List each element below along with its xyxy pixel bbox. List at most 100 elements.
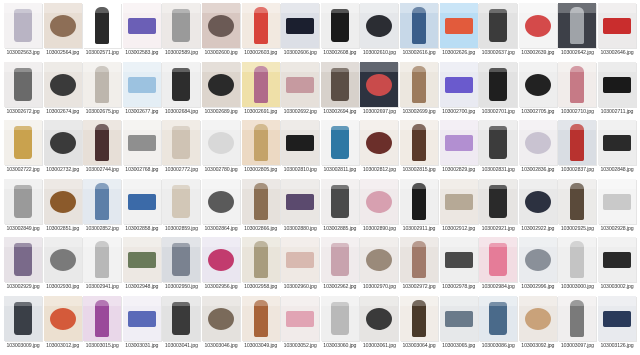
image-thumbnail[interactable] <box>558 237 597 282</box>
image-thumbnail[interactable] <box>360 295 399 341</box>
file-tile[interactable]: 103002970.jpg <box>360 237 399 294</box>
image-thumbnail[interactable] <box>241 295 280 341</box>
image-thumbnail[interactable] <box>598 120 636 165</box>
file-tile[interactable]: 103002637.jpg <box>479 3 518 60</box>
file-tile[interactable]: 103003041.jpg <box>162 295 201 353</box>
image-thumbnail[interactable] <box>241 120 280 165</box>
file-tile[interactable]: 103002890.jpg <box>360 178 399 236</box>
image-thumbnail[interactable] <box>83 178 122 224</box>
file-tile[interactable]: 103002864.jpg <box>202 178 240 236</box>
image-thumbnail[interactable] <box>320 120 359 165</box>
file-tile[interactable]: 103002642.jpg <box>558 3 597 60</box>
image-thumbnail[interactable] <box>122 295 161 341</box>
image-thumbnail[interactable] <box>320 237 359 282</box>
image-thumbnail[interactable] <box>558 120 597 165</box>
image-thumbnail[interactable] <box>479 120 518 165</box>
image-thumbnail[interactable] <box>122 120 161 165</box>
file-tile[interactable]: 103002812.jpg <box>360 120 399 177</box>
file-tile[interactable]: 103002925.jpg <box>558 178 597 236</box>
image-thumbnail[interactable] <box>162 120 201 165</box>
file-tile[interactable]: 103002929.jpg <box>4 237 42 294</box>
file-tile[interactable]: 103002701.jpg <box>479 61 518 119</box>
file-tile[interactable]: 103002589.jpg <box>162 3 201 60</box>
image-thumbnail[interactable] <box>281 237 320 282</box>
image-thumbnail[interactable] <box>4 3 42 48</box>
file-tile[interactable]: 103002563.jpg <box>4 3 42 60</box>
image-thumbnail[interactable] <box>439 295 478 341</box>
file-tile[interactable]: 103003015.jpg <box>83 295 122 353</box>
image-thumbnail[interactable] <box>241 61 280 107</box>
image-thumbnail[interactable] <box>558 61 597 107</box>
file-tile[interactable]: 103002837.jpg <box>558 120 597 177</box>
file-tile[interactable]: 103002956.jpg <box>202 237 240 294</box>
file-tile[interactable]: 103003061.jpg <box>360 295 399 353</box>
file-tile[interactable]: 103002691.jpg <box>241 61 280 119</box>
file-tile[interactable]: 103002911.jpg <box>400 178 438 236</box>
file-tile[interactable]: 103003012.jpg <box>43 295 82 353</box>
file-tile[interactable]: 103002836.jpg <box>518 120 557 177</box>
image-thumbnail[interactable] <box>43 237 82 282</box>
image-thumbnail[interactable] <box>202 295 240 341</box>
file-tile[interactable]: 103002583.jpg <box>122 3 161 60</box>
image-thumbnail[interactable] <box>162 295 201 341</box>
file-tile[interactable]: 103003126.jpg <box>598 295 636 353</box>
file-tile[interactable]: 103002930.jpg <box>43 237 82 294</box>
file-tile[interactable]: 103003060.jpg <box>320 295 359 353</box>
image-thumbnail[interactable] <box>360 61 399 107</box>
image-thumbnail[interactable] <box>320 3 359 48</box>
image-thumbnail[interactable] <box>598 178 636 224</box>
image-thumbnail[interactable] <box>360 120 399 165</box>
image-thumbnail[interactable] <box>202 178 240 224</box>
image-thumbnail[interactable] <box>400 3 438 48</box>
file-tile[interactable]: 103003064.jpg <box>400 295 438 353</box>
file-tile[interactable]: 103003002.jpg <box>598 237 636 294</box>
image-thumbnail[interactable] <box>598 61 636 107</box>
image-thumbnail[interactable] <box>202 61 240 107</box>
file-tile[interactable]: 103002672.jpg <box>4 61 42 119</box>
image-thumbnail[interactable] <box>202 237 240 282</box>
image-thumbnail[interactable] <box>598 237 636 282</box>
image-thumbnail[interactable] <box>598 295 636 341</box>
file-tile[interactable]: 103002616.jpg <box>400 3 438 60</box>
file-tile[interactable]: 103002880.jpg <box>281 178 320 236</box>
file-tile[interactable]: 103002732.jpg <box>43 120 82 177</box>
file-tile[interactable]: 103002711.jpg <box>598 61 636 119</box>
file-tile[interactable]: 103002606.jpg <box>281 3 320 60</box>
file-tile[interactable]: 103002694.jpg <box>320 61 359 119</box>
image-thumbnail[interactable] <box>400 295 438 341</box>
file-tile[interactable]: 103002859.jpg <box>162 178 201 236</box>
image-thumbnail[interactable] <box>439 120 478 165</box>
image-thumbnail[interactable] <box>518 3 557 48</box>
file-tile[interactable]: 103002996.jpg <box>518 237 557 294</box>
file-tile[interactable]: 103003065.jpg <box>439 295 478 353</box>
file-tile[interactable]: 103002674.jpg <box>43 61 82 119</box>
file-tile[interactable]: 103002928.jpg <box>598 178 636 236</box>
image-thumbnail[interactable] <box>518 237 557 282</box>
image-thumbnail[interactable] <box>439 61 478 107</box>
image-thumbnail[interactable] <box>43 295 82 341</box>
file-tile[interactable]: 103002692.jpg <box>281 61 320 119</box>
file-tile[interactable]: 103002921.jpg <box>479 178 518 236</box>
image-thumbnail[interactable] <box>479 61 518 107</box>
image-thumbnail[interactable] <box>4 295 42 341</box>
image-thumbnail[interactable] <box>400 61 438 107</box>
file-tile[interactable]: 103002962.jpg <box>320 237 359 294</box>
file-tile[interactable]: 103002697.jpg <box>360 61 399 119</box>
file-tile[interactable]: 103002950.jpg <box>162 237 201 294</box>
file-tile[interactable]: 103002710.jpg <box>558 61 597 119</box>
file-tile[interactable]: 103002885.jpg <box>320 178 359 236</box>
image-thumbnail[interactable] <box>558 178 597 224</box>
file-tile[interactable]: 103002603.jpg <box>241 3 280 60</box>
file-tile[interactable]: 103002984.jpg <box>479 237 518 294</box>
file-tile[interactable]: 103002700.jpg <box>439 61 478 119</box>
file-tile[interactable]: 103003046.jpg <box>202 295 240 353</box>
file-tile[interactable]: 103002852.jpg <box>83 178 122 236</box>
image-thumbnail[interactable] <box>439 178 478 224</box>
image-thumbnail[interactable] <box>83 120 122 165</box>
file-tile[interactable]: 103002744.jpg <box>83 120 122 177</box>
image-thumbnail[interactable] <box>162 237 201 282</box>
file-tile[interactable]: 103002922.jpg <box>518 178 557 236</box>
image-thumbnail[interactable] <box>281 120 320 165</box>
file-tile[interactable]: 103002677.jpg <box>122 61 161 119</box>
file-tile[interactable]: 103002772.jpg <box>162 120 201 177</box>
